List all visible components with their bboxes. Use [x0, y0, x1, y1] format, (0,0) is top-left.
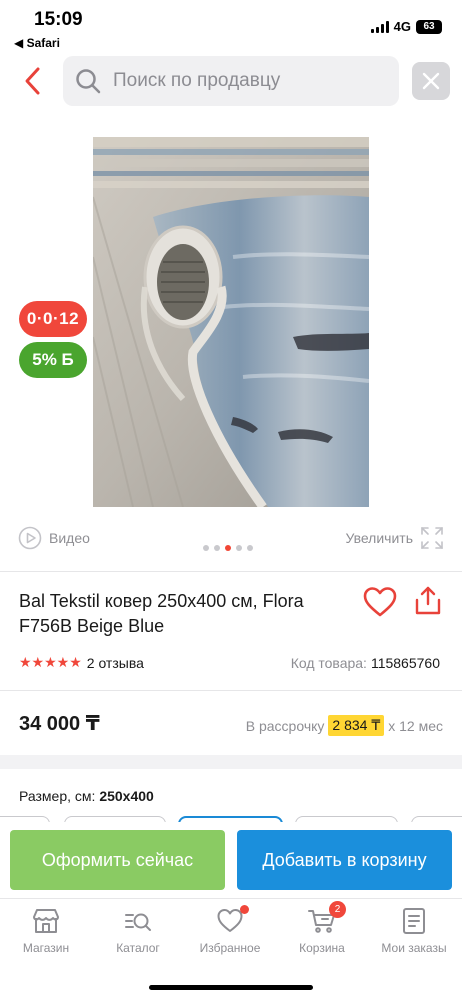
- close-button[interactable]: [412, 62, 450, 100]
- back-button[interactable]: [18, 64, 50, 98]
- favorite-button[interactable]: [362, 586, 398, 618]
- search-input[interactable]: Поиск по продавцу: [63, 56, 399, 106]
- status-indicators: 4G 63: [370, 19, 442, 34]
- tab-store[interactable]: Магазин: [0, 907, 92, 955]
- tab-favorites[interactable]: Избранное: [184, 905, 276, 955]
- product-image[interactable]: [93, 137, 369, 507]
- timer-badge: 0·0·12: [19, 301, 87, 337]
- bottom-tab-bar: Магазин Каталог Избранное 2 Корзина Мои …: [0, 898, 462, 999]
- cart-count-badge: 2: [329, 901, 346, 918]
- status-bar: 15:09 ◀ Safari 4G 63: [0, 0, 462, 52]
- pagination-dot-active[interactable]: [225, 545, 231, 551]
- video-button[interactable]: Видео: [18, 526, 90, 550]
- installment-prefix: В рассрочку: [245, 717, 325, 734]
- size-label: Размер, см:: [19, 788, 96, 804]
- add-to-cart-button[interactable]: Добавить в корзину: [237, 830, 452, 890]
- expand-icon: [421, 527, 443, 549]
- tab-catalog-label: Каталог: [116, 941, 160, 955]
- store-icon: [32, 907, 60, 935]
- divider: [0, 690, 462, 691]
- installment-suffix: x 12 мес: [388, 717, 443, 734]
- search-header: Поиск по продавцу: [0, 56, 462, 106]
- back-to-safari-link[interactable]: ◀ Safari: [14, 36, 60, 50]
- size-value: 250x400: [99, 788, 154, 804]
- rating-stars: ★★★★★: [19, 654, 82, 670]
- share-icon: [415, 586, 441, 615]
- pagination-dot[interactable]: [214, 545, 220, 551]
- tab-favorites-label: Избранное: [199, 941, 261, 955]
- buy-now-button[interactable]: Оформить сейчас: [10, 830, 225, 890]
- product-code: Код товара: 115865760: [291, 655, 440, 671]
- reviews-link[interactable]: 2 отзыва: [87, 655, 144, 671]
- status-time: 15:09: [34, 9, 83, 30]
- product-code-value: 115865760: [370, 655, 440, 671]
- chevron-left-icon: [25, 67, 40, 95]
- tab-orders-label: Мои заказы: [381, 941, 447, 955]
- search-placeholder: Поиск по продавцу: [113, 70, 281, 91]
- heart-icon: [363, 587, 397, 617]
- divider: [0, 571, 462, 572]
- battery-icon: 63: [416, 19, 442, 34]
- cart-icon: 2: [308, 901, 346, 935]
- play-icon: [18, 526, 42, 550]
- tab-orders[interactable]: Мои заказы: [368, 907, 460, 955]
- search-icon: [76, 69, 101, 94]
- section-separator: [0, 755, 462, 769]
- installment-info[interactable]: В рассрочку 2 834 ₸ x 12 мес: [246, 715, 443, 736]
- image-pagination: [203, 545, 253, 551]
- tab-store-label: Магазин: [22, 941, 70, 955]
- tab-cart[interactable]: 2 Корзина: [276, 901, 368, 955]
- product-price: 34 000 ₸: [19, 713, 100, 735]
- heart-icon: [216, 905, 249, 935]
- pagination-dot[interactable]: [203, 545, 209, 551]
- rating-row: ★★★★★ 2 отзыва: [19, 654, 144, 671]
- product-title: Bal Tekstil ковер 250x400 см, Flora F756…: [19, 591, 304, 636]
- tab-catalog[interactable]: Каталог: [92, 907, 184, 955]
- signal-icon: [370, 20, 389, 33]
- favorites-indicator-dot: [240, 905, 249, 914]
- network-type: 4G: [393, 19, 411, 34]
- bonus-badge: 5% Б: [19, 342, 87, 378]
- pagination-dot[interactable]: [247, 545, 253, 551]
- video-label: Видео: [49, 530, 90, 546]
- zoom-label: Увеличить: [345, 530, 413, 546]
- share-button[interactable]: [413, 585, 443, 617]
- size-row: Размер, см: 250x400: [19, 788, 154, 804]
- orders-icon: [400, 907, 428, 935]
- product-code-label: Код товара:: [290, 655, 367, 671]
- close-icon: [422, 72, 440, 90]
- home-indicator[interactable]: [149, 985, 313, 990]
- pagination-dot[interactable]: [236, 545, 242, 551]
- catalog-search-icon: [124, 907, 152, 935]
- zoom-button[interactable]: Увеличить: [345, 526, 444, 550]
- rug-photo: [93, 137, 369, 507]
- installment-amount: 2 834 ₸: [328, 715, 385, 736]
- tab-cart-label: Корзина: [299, 941, 345, 955]
- action-bar: Оформить сейчас Добавить в корзину: [0, 822, 462, 898]
